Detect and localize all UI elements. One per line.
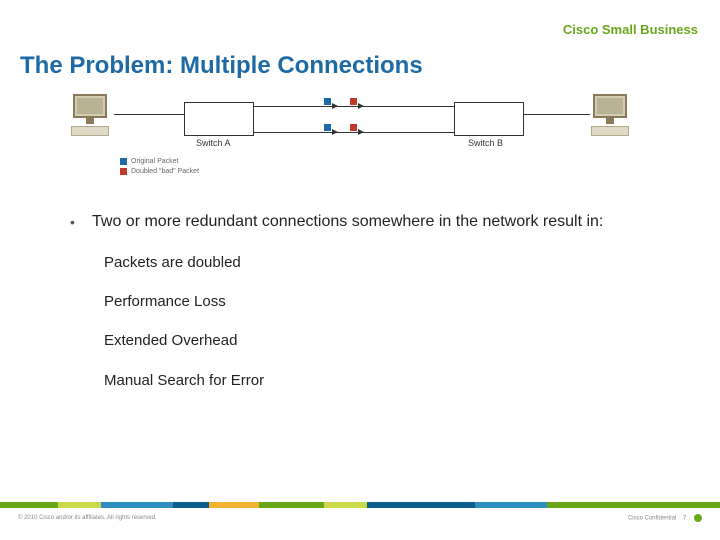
footer: © 2010 Cisco and/or its affiliates. All …	[0, 502, 720, 540]
legend-swatch-red	[120, 168, 127, 175]
redundant-link-top	[254, 106, 454, 107]
arrow-icon	[358, 103, 364, 109]
sub-bullet: Performance Loss	[104, 290, 680, 313]
slide-title: The Problem: Multiple Connections	[20, 52, 423, 80]
link-line	[114, 114, 184, 115]
sub-bullet: Packets are doubled	[104, 251, 680, 274]
switch-a-label: Switch A	[196, 138, 231, 148]
content-area: • Two or more redundant connections some…	[70, 210, 680, 408]
switch-b-icon	[454, 102, 524, 136]
pc-right-icon	[590, 94, 630, 136]
pc-left-icon	[70, 94, 110, 136]
bullet-icon: •	[70, 210, 80, 235]
redundant-link-bottom	[254, 132, 454, 133]
link-line	[524, 114, 590, 115]
packet-original-icon	[324, 98, 331, 105]
bullet-main: Two or more redundant connections somewh…	[92, 210, 603, 235]
arrow-icon	[358, 129, 364, 135]
footer-copyright: © 2010 Cisco and/or its affiliates. All …	[18, 515, 157, 521]
packet-original-icon	[324, 124, 331, 131]
brand-label: Cisco Small Business	[563, 22, 698, 37]
page-number: 7	[683, 516, 686, 522]
footer-confidential: Cisco Confidential	[628, 516, 676, 522]
packet-doubled-icon	[350, 124, 357, 131]
network-diagram: Switch A Switch B Original Packet Double…	[70, 92, 630, 180]
switch-b-label: Switch B	[468, 138, 503, 148]
legend-swatch-blue	[120, 158, 127, 165]
arrow-icon	[332, 129, 338, 135]
sub-bullet: Manual Search for Error	[104, 369, 680, 392]
packet-doubled-icon	[350, 98, 357, 105]
legend-original-label: Original Packet	[131, 158, 178, 165]
sub-bullet: Extended Overhead	[104, 329, 680, 352]
legend-doubled-label: Doubled "bad" Packet	[131, 168, 199, 175]
diagram-legend: Original Packet Doubled "bad" Packet	[120, 156, 199, 176]
footer-stripe	[0, 502, 720, 508]
arrow-icon	[332, 103, 338, 109]
page-dot-icon	[694, 514, 702, 522]
switch-a-icon	[184, 102, 254, 136]
